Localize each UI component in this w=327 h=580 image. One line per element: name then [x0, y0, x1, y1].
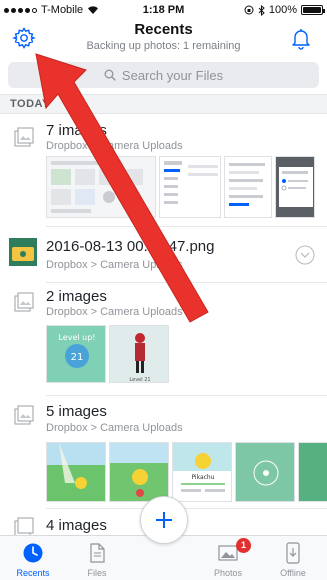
pikachu-capture-icon	[110, 443, 168, 501]
screenshot-thumbnail-icon	[51, 161, 143, 213]
bell-icon	[292, 29, 310, 50]
offline-phone-icon	[286, 542, 300, 564]
item-title: 2 images	[46, 288, 107, 305]
images-stack-icon	[14, 405, 34, 425]
thumbnail[interactable]	[298, 442, 327, 502]
chevron-down-circle-icon[interactable]	[295, 245, 315, 265]
tab-label: Recents	[16, 568, 50, 578]
thumbnail-strip: 21 Level up! Level 21	[46, 325, 169, 383]
tab-label: Photos	[213, 568, 243, 578]
settings-screenshot-icon	[164, 161, 218, 204]
thumbnail[interactable]	[46, 442, 106, 502]
backup-status: Backing up photos: 1 remaining	[86, 40, 241, 52]
thumbnail[interactable]	[159, 156, 221, 218]
images-stack-icon	[14, 292, 34, 312]
pikachu-card-icon: Pikachu	[173, 443, 231, 492]
thumbnail[interactable]	[275, 156, 315, 218]
thumbnail[interactable]: 21 Level up!	[46, 325, 106, 383]
status-bar: T-Mobile 1:18 PM 100%	[0, 0, 327, 20]
divider	[46, 226, 327, 227]
file-icon	[90, 543, 105, 563]
battery-fill	[303, 7, 321, 13]
item-path: Dropbox > Camera Uploads	[46, 259, 183, 271]
item-path: Dropbox > Camera Uploads	[46, 140, 183, 152]
level-up-text: Level up!	[58, 333, 95, 342]
item-path: Dropbox > Camera Uploads	[46, 422, 183, 434]
list-item[interactable]: 7 images Dropbox > Camera Uploads	[0, 118, 327, 224]
settings-screenshot-icon	[229, 163, 265, 206]
tab-files[interactable]: Files	[72, 542, 122, 578]
level-number: 21	[71, 352, 84, 363]
pikachu-capture-icon	[47, 443, 105, 501]
thumbnail-strip	[46, 156, 315, 218]
list-item[interactable]: 2016-08-13 00.16.47.png Dropbox > Camera…	[0, 229, 327, 279]
tab-label: Offline	[280, 568, 306, 578]
status-right: 100%	[244, 4, 325, 16]
divider	[46, 282, 327, 283]
thumbnail[interactable]	[46, 156, 156, 218]
level-up-thumbnail-icon: 21 Level up!	[47, 326, 105, 382]
dialog-screenshot-icon	[279, 167, 313, 207]
search-placeholder: Search your Files	[121, 67, 224, 83]
section-header-today: TODAY	[0, 94, 327, 114]
clock-icon	[23, 543, 43, 563]
divider	[46, 508, 327, 509]
tab-recents[interactable]: Recents	[8, 542, 58, 578]
list-item[interactable]: 2 images Dropbox > Camera Uploads 21 Lev…	[0, 285, 327, 393]
lock-rotation-icon	[244, 5, 254, 15]
thumbnail[interactable]: Level 21	[109, 325, 169, 383]
thumbnail[interactable]: Pikachu	[172, 442, 232, 502]
bluetooth-icon	[258, 4, 265, 16]
png-file-icon	[9, 238, 37, 266]
page-title: Recents	[134, 21, 193, 38]
thumbnail-strip: Pikachu	[46, 442, 327, 502]
pikachu-label: Pikachu	[191, 474, 214, 481]
thumbnail[interactable]	[109, 442, 169, 502]
avatar-thumbnail-icon: Level 21	[110, 326, 168, 383]
images-stack-icon	[14, 127, 34, 147]
add-button[interactable]	[140, 496, 188, 544]
tab-offline[interactable]: Offline	[268, 542, 318, 578]
item-title: 7 images	[46, 122, 107, 139]
search-icon	[104, 69, 116, 81]
battery-icon	[301, 5, 325, 15]
plus-icon	[156, 512, 172, 528]
item-title: 4 images	[46, 517, 107, 534]
level-label: Level 21	[129, 377, 150, 383]
item-title: 5 images	[46, 403, 107, 420]
tab-label: Files	[87, 568, 107, 578]
list-item[interactable]: 5 images Dropbox > Camera Uploads Pikach…	[0, 398, 327, 506]
thumbnail[interactable]	[235, 442, 295, 502]
item-path: Dropbox > Camera Uploads	[46, 306, 183, 318]
header: Recents Backing up photos: 1 remaining	[0, 20, 327, 58]
divider	[46, 395, 327, 396]
search-input[interactable]: Search your Files	[8, 62, 319, 88]
item-title: 2016-08-13 00.16.47.png	[46, 238, 215, 255]
photos-badge: 1	[236, 538, 251, 553]
thumbnail[interactable]	[224, 156, 272, 218]
pokemon-map-icon	[236, 443, 294, 501]
battery-percent: 100%	[268, 4, 297, 16]
pokemon-map-icon	[299, 443, 327, 501]
notifications-button[interactable]	[289, 26, 313, 50]
